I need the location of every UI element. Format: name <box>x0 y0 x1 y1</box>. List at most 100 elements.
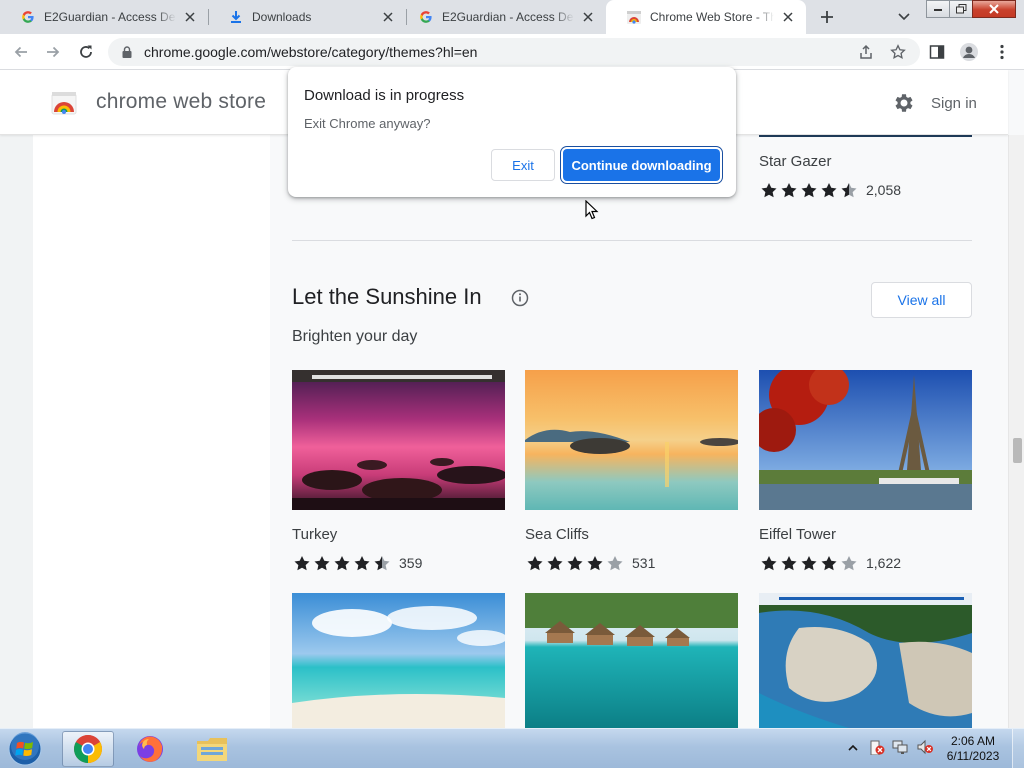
share-button[interactable] <box>855 41 877 63</box>
tab-downloads[interactable]: Downloads <box>208 0 406 34</box>
view-all-button[interactable]: View all <box>871 282 972 318</box>
taskbar-chrome[interactable] <box>62 731 114 767</box>
chrome-web-store-logo[interactable] <box>50 88 78 116</box>
firefox-icon <box>137 736 163 762</box>
reload-button[interactable] <box>74 40 98 64</box>
new-tab-button[interactable] <box>815 5 839 29</box>
tab-e2guardian-2[interactable]: E2Guardian - Access Denied <box>398 0 606 34</box>
close-window-button[interactable] <box>972 0 1016 18</box>
theme-thumbnail-turkey[interactable] <box>292 370 505 510</box>
forward-button[interactable] <box>41 40 65 64</box>
star-filled-icon <box>761 555 777 570</box>
action-center-icon[interactable] <box>867 737 887 757</box>
share-icon <box>860 44 872 59</box>
star-half-icon <box>841 182 857 197</box>
dialog-title: Download is in progress <box>304 87 465 104</box>
star-empty-icon <box>607 555 623 570</box>
url-host: chrome.google.com <box>144 44 267 60</box>
tab-chrome-web-store[interactable]: Chrome Web Store - Themes <box>606 0 806 34</box>
side-panel-button[interactable] <box>926 41 948 63</box>
rating-count: 531 <box>632 555 656 571</box>
forward-arrow-icon <box>47 46 60 58</box>
tab-search-button[interactable] <box>893 7 915 27</box>
tab-close-icon[interactable] <box>780 9 796 25</box>
back-button[interactable] <box>9 40 33 64</box>
info-icon[interactable] <box>511 289 529 307</box>
star-empty-icon <box>841 555 857 570</box>
star-filled-icon <box>527 555 543 570</box>
rating-turkey: 359 <box>292 553 422 573</box>
volume-muted-icon[interactable] <box>915 737 935 757</box>
card-title-star-gazer[interactable]: Star Gazer <box>759 153 832 170</box>
rating-stars <box>759 181 859 200</box>
star-filled-icon <box>567 555 583 570</box>
theme-thumbnail-sea-cliffs[interactable] <box>525 370 738 510</box>
chevron-up-icon <box>848 744 858 751</box>
window-controls <box>926 0 1016 18</box>
continue-downloading-button[interactable]: Continue downloading <box>563 149 720 181</box>
section-subtitle: Brighten your day <box>292 328 418 345</box>
rating-stars <box>292 554 392 573</box>
gear-icon[interactable] <box>892 91 916 115</box>
rating-stars <box>759 554 859 573</box>
network-icon[interactable] <box>891 737 911 757</box>
side-panel-icon <box>929 45 945 59</box>
rating-count: 2,058 <box>866 182 902 198</box>
star-gazer-thumbnail-edge[interactable] <box>759 135 972 137</box>
taskbar-clock[interactable]: 2:06 AM 6/11/2023 <box>940 734 1006 764</box>
windows-start-icon <box>8 732 42 766</box>
theme-thumbnail-eiffel-tower[interactable] <box>759 370 972 510</box>
bookmark-button[interactable] <box>887 41 909 63</box>
tab-title: E2Guardian - Access Denied <box>44 10 176 24</box>
dialog-message: Exit Chrome anyway? <box>304 116 431 131</box>
minimize-button[interactable] <box>926 0 950 18</box>
star-filled-icon <box>821 182 837 197</box>
restore-button[interactable] <box>949 0 973 18</box>
star-half-icon <box>374 555 390 570</box>
star-filled-icon <box>761 182 777 197</box>
star-filled-icon <box>821 555 837 570</box>
restore-icon <box>955 4 966 14</box>
lock-icon[interactable] <box>120 45 134 59</box>
theme-thumbnail-bungalows[interactable] <box>525 593 738 728</box>
mouse-cursor-icon <box>585 200 599 220</box>
star-filled-icon <box>294 555 310 570</box>
minimize-icon <box>934 9 942 11</box>
google-g-icon <box>418 9 434 25</box>
show-desktop-button[interactable] <box>1012 729 1024 768</box>
store-name[interactable]: chrome web store <box>96 90 266 114</box>
tab-e2guardian-1[interactable]: E2Guardian - Access Denied <box>0 0 208 34</box>
system-tray <box>843 737 939 757</box>
section-divider <box>292 240 972 241</box>
scrollbar-thumb[interactable] <box>1013 438 1022 463</box>
page-scrollbar[interactable] <box>1008 135 1024 728</box>
reload-icon <box>80 45 92 58</box>
exit-button[interactable]: Exit <box>491 149 555 181</box>
tab-title: Chrome Web Store - Themes <box>650 10 774 24</box>
menu-button[interactable] <box>991 41 1013 63</box>
taskbar-firefox[interactable] <box>124 731 176 767</box>
back-arrow-icon <box>14 46 27 58</box>
show-hidden-icons-button[interactable] <box>843 737 863 757</box>
address-bar[interactable]: chrome.google.com/webstore/category/them… <box>108 38 920 66</box>
rating-stars <box>525 554 625 573</box>
profile-button[interactable] <box>958 41 980 63</box>
sign-in-link[interactable]: Sign in <box>931 95 977 112</box>
card-title-eiffel-tower[interactable]: Eiffel Tower <box>759 526 836 543</box>
tab-close-icon[interactable] <box>580 9 596 25</box>
tab-close-icon[interactable] <box>380 9 396 25</box>
download-icon <box>228 9 244 25</box>
tab-close-icon[interactable] <box>182 9 198 25</box>
start-button[interactable] <box>3 730 47 768</box>
card-title-turkey[interactable]: Turkey <box>292 526 337 543</box>
taskbar-file-explorer[interactable] <box>186 731 238 767</box>
rating-eiffel-tower: 1,622 <box>759 553 901 573</box>
rating-count: 1,622 <box>866 555 902 571</box>
star-filled-icon <box>587 555 603 570</box>
star-filled-icon <box>547 555 563 570</box>
theme-thumbnail-beach[interactable] <box>292 593 505 728</box>
card-title-sea-cliffs[interactable]: Sea Cliffs <box>525 526 589 543</box>
star-filled-icon <box>781 555 797 570</box>
theme-thumbnail-shipwreck-cove[interactable] <box>759 593 972 728</box>
tab-strip: E2Guardian - Access Denied Downloads E2G… <box>0 0 1024 34</box>
